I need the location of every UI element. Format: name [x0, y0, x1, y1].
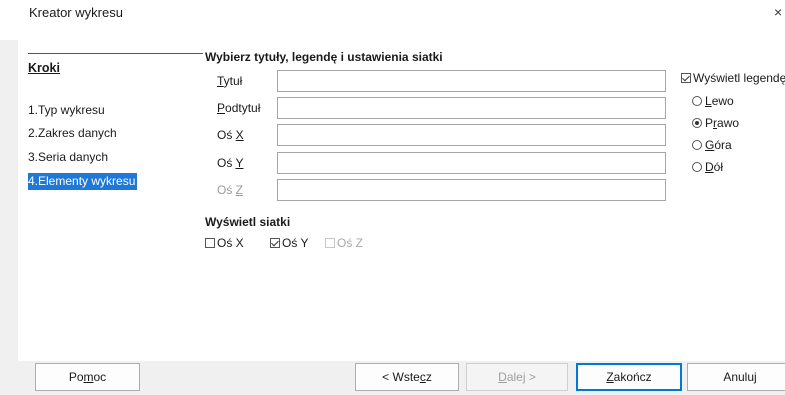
grid-x-label: Oś X [217, 236, 244, 250]
z-axis-label: Oś Z [217, 183, 244, 197]
checkbox-icon [325, 238, 335, 248]
grids-section-heading: Wyświetl siatki [205, 215, 291, 229]
grid-z-label: Oś Z [337, 236, 363, 250]
title-label: Tytuł [217, 74, 243, 88]
radio-icon [692, 162, 702, 172]
close-icon[interactable]: × [774, 4, 782, 20]
y-axis-label: Oś Y [217, 156, 244, 170]
grid-x-checkbox[interactable]: Oś X [205, 236, 244, 250]
checkbox-checked-icon [270, 238, 280, 248]
step-data-range[interactable]: 2.Zakres danych [28, 125, 119, 142]
title-bar: Kreator wykresu × [0, 0, 785, 40]
steps-heading: Kroki [28, 61, 60, 75]
x-axis-label: Oś X [217, 128, 244, 142]
show-legend-checkbox[interactable]: Wyświetl legendę [681, 71, 785, 85]
legend-bottom-radio[interactable]: Dół [692, 160, 723, 174]
chart-elements-page: Wybierz tytuły, legendę i ustawienia sia… [203, 40, 785, 361]
titles-section-heading: Wybierz tytuły, legendę i ustawienia sia… [205, 50, 443, 64]
legend-left-radio[interactable]: Lewo [692, 94, 734, 108]
z-axis-input[interactable] [277, 179, 666, 201]
step-data-series[interactable]: 3.Seria danych [28, 149, 110, 166]
help-button[interactable]: Pomoc [35, 363, 140, 391]
finish-button[interactable]: Zakończ [576, 363, 682, 391]
step-chart-elements[interactable]: 4.Elementy wykresu [28, 173, 138, 190]
step-chart-type[interactable]: 1.Typ wykresu [28, 102, 107, 119]
radio-icon [692, 140, 702, 150]
grid-z-checkbox[interactable]: Oś Z [325, 236, 363, 250]
steps-divider [28, 53, 203, 54]
button-bar: Pomoc < Wstecz Dalej > Zakończ Anuluj [0, 361, 785, 395]
checkbox-checked-icon [681, 73, 691, 83]
radio-icon [692, 96, 702, 106]
y-axis-input[interactable] [277, 152, 666, 174]
title-input[interactable] [277, 70, 666, 92]
legend-top-radio[interactable]: Góra [692, 138, 732, 152]
radio-selected-icon [692, 118, 702, 128]
legend-right-radio[interactable]: Prawo [692, 116, 739, 130]
subtitle-input[interactable] [277, 97, 666, 119]
grid-y-label: Oś Y [282, 236, 309, 250]
checkbox-icon [205, 238, 215, 248]
next-button[interactable]: Dalej > [466, 363, 568, 391]
grid-y-checkbox[interactable]: Oś Y [270, 236, 308, 250]
x-axis-input[interactable] [277, 124, 666, 146]
show-legend-label: Wyświetl legendę [693, 71, 785, 85]
back-button[interactable]: < Wstecz [355, 363, 459, 391]
window-title: Kreator wykresu [29, 5, 123, 20]
subtitle-label: Podtytuł [217, 101, 261, 115]
steps-panel: Kroki 1.Typ wykresu 2.Zakres danych 3.Se… [18, 40, 203, 361]
cancel-button[interactable]: Anuluj [687, 363, 785, 391]
